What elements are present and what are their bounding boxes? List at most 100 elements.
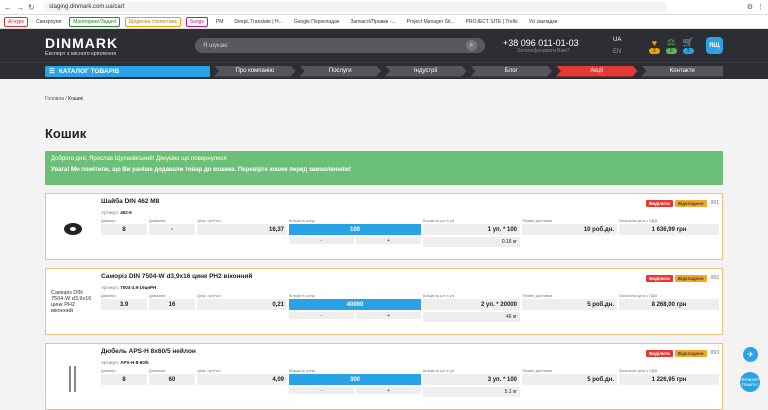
article: Артикул: 7504-3,9-16цнРН (101, 285, 157, 290)
product-thumbnail[interactable]: Саморіз DIN 7504-W d3,9x16 цинк PH2 віко… (49, 271, 97, 332)
product-thumbnail[interactable] (49, 196, 97, 257)
bookmark[interactable]: Google Перекладач (291, 18, 343, 26)
heart-icon: ♥ (651, 37, 658, 48)
weight-value: 46 кг (423, 312, 520, 322)
price-value: 0,21 (197, 299, 287, 310)
dowel-image (69, 365, 76, 392)
pack-value: 2 уп. * 20000 (423, 299, 520, 310)
cart-item: Шайба DIN 462 M8 Виділити Відкладено 001… (45, 193, 723, 260)
bookmark[interactable]: Запчасті/Правки -... (347, 18, 398, 26)
telegram-icon[interactable]: ✈ (743, 347, 758, 362)
term-value: 5 роб.дн. (522, 374, 617, 385)
product-name[interactable]: Саморіз DIN 7504-W d3,9x16 цинк PH2 віко… (101, 273, 252, 283)
callback-link[interactable]: Зателефонувати Вам? (517, 48, 613, 54)
quantity-input[interactable]: 100 (289, 224, 421, 235)
browser-toolbar: ← → ↻ staging.dinmark.com.ua/cart ⚙ ⋮ (0, 0, 768, 15)
item-index: 002 (710, 275, 719, 281)
forward-icon[interactable]: → (16, 3, 24, 12)
search-icon[interactable]: ⌕ (466, 40, 477, 51)
quantity-input[interactable]: 40000 (289, 299, 421, 310)
favorites-button[interactable]: ♥ 2 (649, 38, 660, 54)
bookmark[interactable]: AI курс (4, 16, 29, 27)
compare-button[interactable]: ⚖ 0 (665, 37, 677, 54)
bookmark[interactable]: Синхроупи (33, 18, 64, 26)
menu-item-contacts[interactable]: Контакти (641, 65, 723, 77)
menu-icon: ☰ (49, 68, 55, 75)
lang-ua[interactable]: UA (613, 34, 639, 46)
pack-value: 3 уп. * 100 (423, 374, 520, 385)
term-value: 5 роб.дн. (522, 299, 617, 310)
lang-en[interactable]: EN (613, 46, 639, 58)
notice-greeting: Доброго дня, Ярослав Щупаківський! Дякує… (51, 156, 227, 162)
bookmark[interactable]: Усі закладки (526, 18, 561, 26)
main-menu: ☰ КАТАЛОГ ТОВАРІВ Про компанію Послуги Ін… (0, 62, 768, 79)
increase-button[interactable]: + (356, 312, 421, 319)
extensions-icon[interactable]: ⚙ (747, 3, 753, 11)
term-value: 10 роб.дн. (522, 224, 617, 235)
bookmark[interactable]: Щоденна статистика (124, 16, 181, 27)
cart-item: Саморіз DIN 7504-W d3,9x16 цинк PH2 віко… (45, 268, 723, 335)
menu-item-promotions[interactable]: Акції (556, 65, 638, 77)
cart-count: 3 (682, 48, 694, 54)
logo[interactable]: DINMARK Експерт з місного кріплення (45, 35, 195, 57)
menu-item-about[interactable]: Про компанію (214, 65, 296, 77)
catalog-label: КАТАЛОГ ТОВАРІВ (58, 67, 120, 75)
url-text: staging.dinmark.com.ua/cart (49, 4, 125, 10)
select-badge[interactable]: Виділити (646, 274, 673, 282)
compare-count: 0 (665, 48, 677, 54)
bookmark[interactable]: PM (213, 18, 227, 26)
bookmark[interactable]: PROJECT SITE | Trello (463, 18, 521, 26)
bookmark[interactable]: DeepL Translate | Н... (231, 18, 285, 26)
scales-icon: ⚖ (667, 37, 676, 47)
search-input[interactable]: Я шукаю ⌕ (195, 38, 485, 53)
breadcrumb-home[interactable]: Головна (45, 96, 64, 102)
bookmark[interactable]: Project Manager Sit... (404, 18, 458, 26)
weight-value: 5.1 кг (423, 387, 520, 397)
bookmarks-bar: AI курс Синхроупи Моніторинг/Задачі Щоде… (0, 15, 768, 29)
cart-button[interactable]: 🛒 3 (683, 37, 694, 54)
back-icon[interactable]: ← (4, 3, 12, 12)
decrease-button[interactable]: - (289, 312, 354, 319)
breadcrumb-current: Кошик (68, 96, 83, 102)
notice-banner: Доброго дня, Ярослав Щупаківський! Дякує… (45, 151, 723, 185)
item-index: 003 (710, 350, 719, 356)
increase-button[interactable]: + (356, 237, 421, 244)
address-bar[interactable]: staging.dinmark.com.ua/cart (44, 2, 667, 12)
cart-item: Дюбель APS-H 8x60/5 нейлон Виділити Відк… (45, 343, 723, 410)
quantity-input[interactable]: 300 (289, 374, 421, 385)
menu-item-services[interactable]: Послуги (299, 65, 381, 77)
decrease-button[interactable]: - (289, 237, 354, 244)
deferred-badge[interactable]: Відкладено (674, 199, 707, 207)
menu-item-industries[interactable]: Індустрії (385, 65, 467, 77)
total-value: 1 636,99 грн (619, 224, 719, 235)
bookmark[interactable]: Songs (185, 16, 208, 27)
price-value: 4,09 (197, 374, 287, 385)
diameter-value: 8 (101, 374, 147, 385)
site-header: DINMARK Експерт з місного кріплення Я шу… (0, 29, 768, 62)
product-name[interactable]: Дюбель APS-H 8x60/5 нейлон (101, 348, 196, 358)
browser-nav: ← → ↻ (4, 3, 44, 12)
catalog-button[interactable]: ☰ КАТАЛОГ ТОВАРІВ (45, 65, 210, 77)
select-badge[interactable]: Виділити (646, 199, 673, 207)
menu-icon[interactable]: ⋮ (757, 3, 764, 11)
weight-value: 0.16 кг (423, 237, 520, 247)
deferred-badge[interactable]: Відкладено (674, 349, 707, 357)
increase-button[interactable]: + (356, 387, 421, 394)
article: Артикул: 462-8 (101, 210, 132, 215)
bookmark[interactable]: Моніторинг/Задачі (69, 16, 120, 27)
phone-block[interactable]: +38 096 011-01-03 Зателефонувати Вам? (503, 38, 613, 54)
menu-item-blog[interactable]: Блог (470, 65, 552, 77)
length-value: 16 (149, 299, 195, 310)
decrease-button[interactable]: - (289, 387, 354, 394)
product-name[interactable]: Шайба DIN 462 M8 (101, 198, 159, 208)
cart-icon: 🛒 (682, 37, 694, 47)
help-chat-button[interactable]: Питання? Пишіть! (740, 372, 760, 392)
select-badge[interactable]: Виділити (646, 349, 673, 357)
phone-number[interactable]: +38 096 011-01-03 (503, 38, 613, 48)
deferred-badge[interactable]: Відкладено (674, 274, 707, 282)
search-placeholder: Я шукаю (203, 42, 228, 49)
product-thumbnail[interactable] (49, 346, 97, 407)
reload-icon[interactable]: ↻ (28, 3, 35, 12)
diameter-value: 8 (101, 224, 147, 235)
user-avatar[interactable]: ЯЩ (705, 37, 723, 54)
